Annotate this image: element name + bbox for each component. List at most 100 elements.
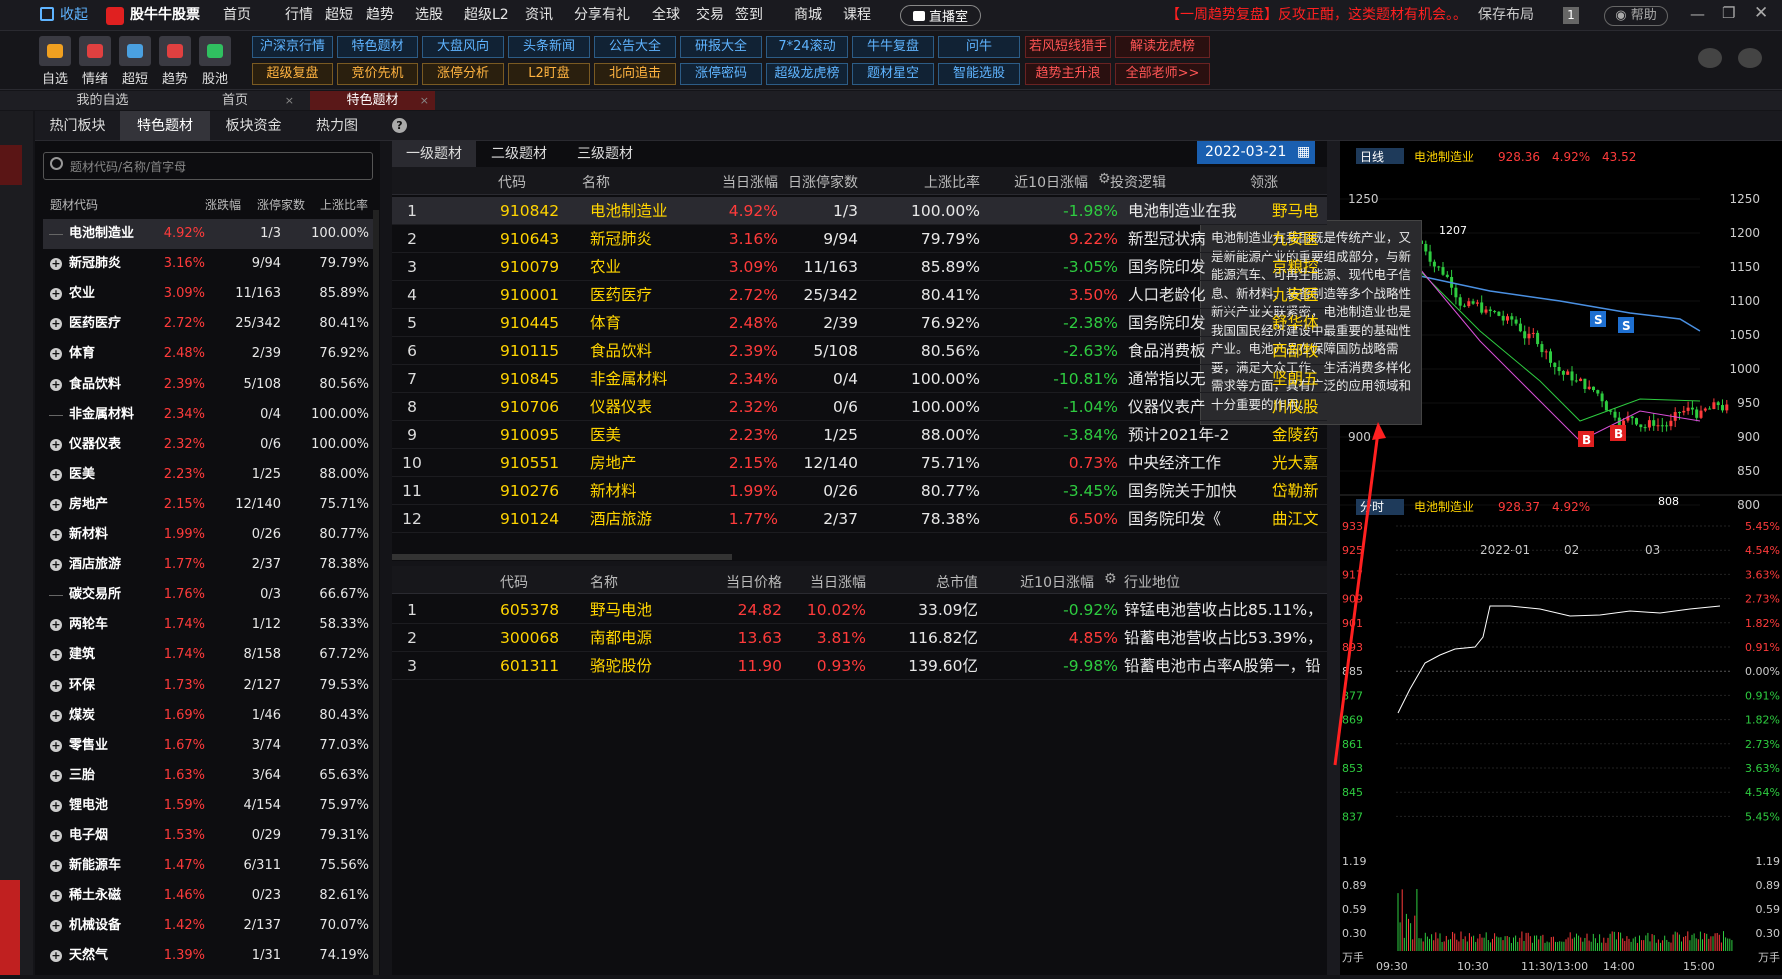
quick-link-button[interactable]: 趋势主升浪	[1025, 63, 1111, 85]
left-header-cell[interactable]: 涨停家数	[257, 196, 305, 213]
top-table-header-cell[interactable]: 投资逻辑	[1110, 172, 1166, 192]
theme-list-row[interactable]: + 新能源车 1.47% 6/311 75.56%	[43, 851, 373, 881]
toolbar-icon-button[interactable]	[159, 36, 191, 66]
left-header-cell[interactable]: 涨跌幅	[205, 196, 241, 213]
expand-icon[interactable]: +	[50, 799, 62, 812]
theme-list-row[interactable]: + 环保 1.73% 2/127 79.53%	[43, 671, 373, 701]
quick-link-button[interactable]: 北向追击	[594, 63, 676, 85]
theme-list-row[interactable]: + 新材料 1.99% 0/26 80.77%	[43, 520, 373, 550]
table-row[interactable]: 1 910842 电池制造业 4.92% 1/3 100.00% -1.98% 电池制造业在我…	[392, 197, 1327, 225]
quick-link-button[interactable]: 超级复盘	[252, 63, 333, 85]
close-icon[interactable]: ✕	[1754, 3, 1768, 23]
top-table-header-cell[interactable]: 日涨停家数	[788, 172, 858, 192]
table-row[interactable]: 6 910115 食品饮料 2.39% 5/108 80.56% -2.63% 食品消费板 西部…	[392, 337, 1327, 365]
search-input[interactable]: 题材代码/名称/首字母	[43, 152, 373, 180]
bottom-table-header-cell[interactable]: 当日价格	[726, 572, 782, 592]
level-tab[interactable]: 三级题材	[562, 141, 648, 167]
stock-row[interactable]: 3 601311 骆驼股份 11.90 0.93% 139.60亿 -9.98% 铅蓄电池市占…	[392, 652, 1327, 680]
quick-link-button[interactable]: 7*24滚动	[766, 36, 848, 58]
theme-list-row[interactable]: + 医药医疗 2.72% 25/342 80.41%	[43, 309, 373, 339]
expand-icon[interactable]: +	[50, 890, 62, 903]
expand-icon[interactable]: +	[50, 378, 62, 391]
table-row[interactable]: 8 910706 仪器仪表 2.32% 0/6 100.00% -1.04% 仪器仪表产 川仪股	[392, 393, 1327, 421]
subtab-item[interactable]: 热门板块	[35, 111, 120, 141]
table-row[interactable]: 10 910551 房地产 2.15% 12/140 75.71% 0.73% 中央经济工作 光…	[392, 449, 1327, 477]
service-icon[interactable]	[1698, 48, 1722, 68]
level-tab[interactable]: 二级题材	[476, 141, 562, 167]
stock-row[interactable]: 2 300068 南都电源 13.63 3.81% 116.82亿 4.85% 铅蓄电池营收占…	[392, 624, 1327, 652]
expand-icon[interactable]: +	[50, 498, 62, 511]
left-header-cell[interactable]: 题材代码	[50, 196, 98, 213]
top-hscroll[interactable]	[392, 554, 732, 560]
expand-icon[interactable]: +	[50, 739, 62, 752]
expand-icon[interactable]: +	[50, 529, 62, 541]
bottom-table-header-cell[interactable]: 近10日涨幅	[1020, 572, 1094, 592]
level-tab[interactable]: 一级题材	[392, 141, 476, 167]
help-icon[interactable]: ?	[392, 118, 407, 133]
top-table-header-cell[interactable]: 代码	[498, 172, 526, 192]
quick-link-button[interactable]: 题材星空	[852, 63, 934, 85]
theme-list-row[interactable]: + 仪器仪表 2.32% 0/6 100.00%	[43, 430, 373, 460]
collapse-button[interactable]: 收起	[60, 0, 88, 31]
left-scrollbar[interactable]	[373, 210, 379, 975]
bottom-table-header-cell[interactable]: 名称	[590, 572, 618, 592]
nav-item[interactable]: 选股	[415, 0, 443, 31]
theme-list-row[interactable]: + 农业 3.09% 11/163 85.89%	[43, 279, 373, 309]
nav-item[interactable]: 课程	[843, 0, 871, 31]
toolbar-icon-button[interactable]	[199, 36, 231, 66]
table-row[interactable]: 5 910445 体育 2.48% 2/39 76.92% -2.38% 国务院印发 舒华体	[392, 309, 1327, 337]
minimize-icon[interactable]: —	[1690, 5, 1705, 23]
expand-icon[interactable]: +	[50, 468, 62, 481]
expand-icon[interactable]: +	[50, 830, 62, 842]
quick-link-button[interactable]: 大盘风向	[422, 36, 504, 58]
quick-link-button[interactable]: 公告大全	[594, 36, 676, 58]
theme-list-row[interactable]: 碳交易所 1.76% 0/3 66.67%	[43, 580, 373, 610]
nav-item[interactable]: 全球	[652, 0, 680, 31]
restore-icon[interactable]: ❐	[1722, 4, 1735, 22]
subtab-item[interactable]: 板块资金	[210, 111, 297, 141]
top-table-header-cell[interactable]: 领涨	[1250, 172, 1278, 192]
table-row[interactable]: 9 910095 医美 2.23% 1/25 88.00% -3.84% 预计2021年-2 金…	[392, 421, 1327, 449]
save-layout-button[interactable]: 保存布局	[1478, 0, 1534, 31]
theme-list-row[interactable]: + 两轮车 1.74% 1/12 58.33%	[43, 610, 373, 640]
nav-item[interactable]: 首页	[223, 0, 251, 31]
table-row[interactable]: 12 910124 酒店旅游 1.77% 2/37 78.38% 6.50% 国务院印发《 曲江…	[392, 505, 1327, 533]
expand-icon[interactable]: +	[50, 559, 62, 572]
toolbar-icon-button[interactable]	[39, 36, 71, 66]
expand-icon[interactable]: +	[50, 769, 62, 782]
table-row[interactable]: 11 910276 新材料 1.99% 0/26 80.77% -3.45% 国务院关于加快 岱…	[392, 477, 1327, 505]
theme-list-row[interactable]: + 三胎 1.63% 3/64 65.63%	[43, 761, 373, 791]
expand-icon[interactable]: +	[50, 288, 62, 301]
expand-icon[interactable]: +	[50, 318, 62, 331]
left-ad-banner[interactable]	[0, 880, 20, 975]
expand-icon[interactable]: +	[50, 709, 62, 722]
quick-link-button[interactable]: 若风短线猎手	[1025, 36, 1111, 58]
expand-icon[interactable]: +	[50, 258, 62, 271]
expand-icon[interactable]: +	[50, 619, 62, 632]
top-table-header-cell[interactable]: 当日涨幅	[722, 172, 778, 192]
nav-item[interactable]: 资讯	[525, 0, 553, 31]
nav-item[interactable]: 分享有礼	[574, 0, 630, 31]
nav-item[interactable]: 商城	[794, 0, 822, 31]
tab-close-icon[interactable]: ×	[285, 91, 294, 110]
table-row[interactable]: 3 910079 农业 3.09% 11/163 85.89% -3.05% 国务院印发 京粮控	[392, 253, 1327, 281]
nav-item[interactable]: 行情	[285, 0, 313, 31]
theme-list-row[interactable]: + 房地产 2.15% 12/140 75.71%	[43, 490, 373, 520]
table-row[interactable]: 2 910643 新冠肺炎 3.16% 9/94 79.79% 9.22% 新型冠状病 九安医	[392, 225, 1327, 253]
expand-icon[interactable]: +	[50, 950, 62, 963]
nav-item[interactable]: 交易	[696, 0, 724, 31]
quick-link-button[interactable]: 涨停密码	[680, 63, 762, 85]
monitor-icon[interactable]	[1738, 48, 1762, 68]
quick-link-button[interactable]: 牛牛复盘	[852, 36, 934, 58]
help-button[interactable]: ◉ 帮助	[1604, 6, 1668, 26]
nav-item[interactable]: 超短	[325, 0, 353, 31]
bottom-table-header-cell[interactable]: 代码	[500, 572, 528, 592]
quick-link-button[interactable]: 全部老师>>	[1115, 63, 1210, 85]
quick-link-button[interactable]: 问牛	[938, 36, 1020, 58]
badge[interactable]: 1	[1563, 7, 1579, 24]
toolbar-icon-button[interactable]	[119, 36, 151, 66]
quick-link-button[interactable]: L2盯盘	[508, 63, 590, 85]
theme-list-row[interactable]: + 电子烟 1.53% 0/29 79.31%	[43, 821, 373, 851]
theme-list-row[interactable]: + 零售业 1.67% 3/74 77.03%	[43, 731, 373, 761]
expand-icon[interactable]: +	[50, 348, 62, 361]
